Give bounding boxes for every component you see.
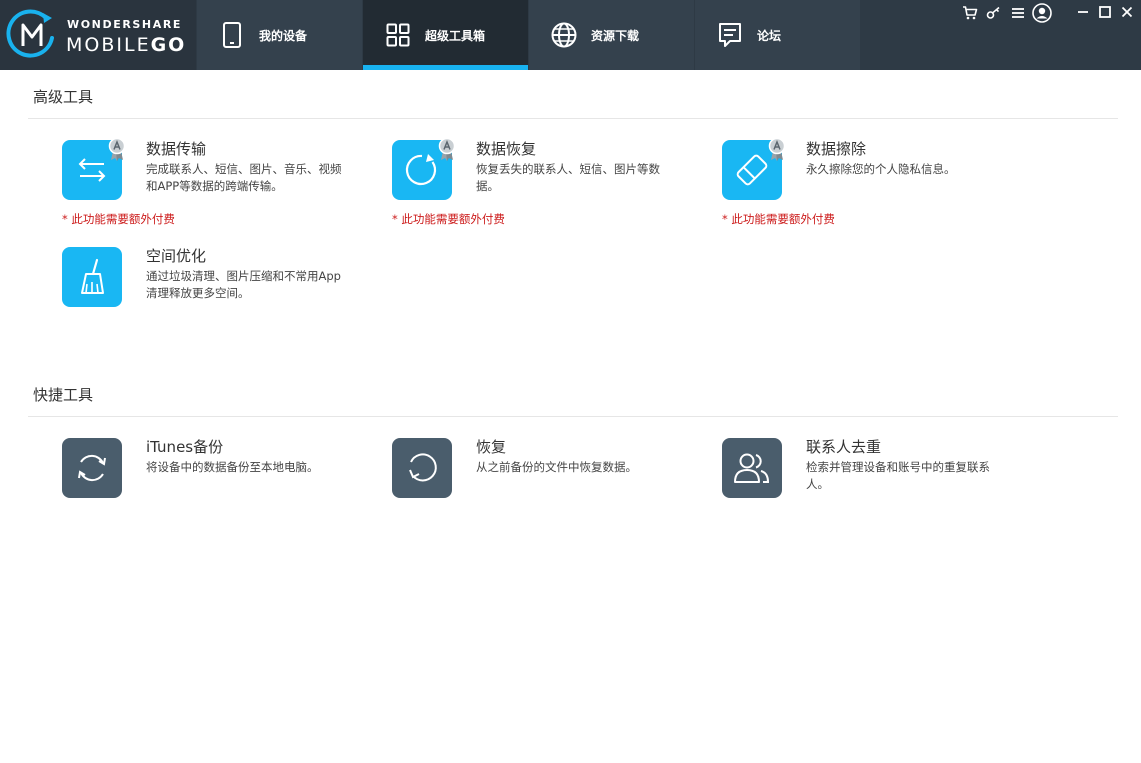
tool-itunes-backup[interactable]: iTunes备份 将设备中的数据备份至本地电脑。 bbox=[62, 438, 362, 508]
paid-feature-note: * 此功能需要额外付费 bbox=[62, 212, 175, 226]
broom-icon bbox=[62, 247, 122, 307]
logo-product-text: MOBILEGO bbox=[66, 34, 186, 56]
premium-badge-icon bbox=[108, 138, 126, 161]
tool-description: 从之前备份的文件中恢复数据。 bbox=[476, 460, 637, 474]
tool-title: 数据擦除 bbox=[806, 140, 867, 158]
tool-contacts-dedupe[interactable]: 联系人去重 检索并管理设备和账号中的重复联系人。 bbox=[722, 438, 1022, 508]
cart-icon[interactable] bbox=[960, 3, 980, 23]
tool-description: 通过垃圾清理、图片压缩和不常用App清理释放更多空间。 bbox=[146, 269, 341, 300]
tool-title: 恢复 bbox=[476, 438, 507, 456]
tool-space-optimize[interactable]: 空间优化 通过垃圾清理、图片压缩和不常用App清理释放更多空间。 bbox=[62, 247, 362, 317]
tool-data-erase[interactable]: 数据擦除 永久擦除您的个人隐私信息。 bbox=[722, 138, 1022, 210]
app-logo: WONDERSHARE MOBILEGO bbox=[0, 0, 196, 70]
globe-icon bbox=[551, 22, 577, 48]
premium-badge-icon bbox=[438, 138, 456, 161]
tab-super-toolbox[interactable]: 超级工具箱 bbox=[363, 0, 528, 70]
tab-resource-download-label: 资源下载 bbox=[591, 28, 640, 43]
sync-icon bbox=[62, 438, 122, 498]
tool-title: 联系人去重 bbox=[806, 438, 882, 456]
tool-title: 空间优化 bbox=[146, 247, 207, 265]
paid-feature-note: * 此功能需要额外付费 bbox=[722, 212, 835, 226]
logo-product-b: GO bbox=[150, 34, 187, 56]
tab-resource-download[interactable]: 资源下载 bbox=[529, 0, 694, 70]
tool-data-transfer[interactable]: 数据传输 完成联系人、短信、图片、音乐、视频和APP等数据的跨端传输。 bbox=[62, 138, 362, 210]
tab-forum[interactable]: 论坛 bbox=[695, 0, 860, 70]
logo-product-a: MOBILE bbox=[66, 34, 151, 56]
tool-description: 完成联系人、短信、图片、音乐、视频和APP等数据的跨端传输。 bbox=[146, 162, 342, 193]
tool-description: 检索并管理设备和账号中的重复联系人。 bbox=[806, 460, 990, 491]
tab-forum-label: 论坛 bbox=[757, 28, 782, 43]
tool-description: 将设备中的数据备份至本地电脑。 bbox=[146, 460, 319, 474]
user-icon[interactable] bbox=[1032, 3, 1052, 23]
tab-my-devices[interactable]: 我的设备 bbox=[197, 0, 362, 70]
tool-title: iTunes备份 bbox=[146, 438, 224, 456]
advanced-divider bbox=[28, 118, 1118, 119]
main-tabs: 我的设备 超级工具箱 资源下载 论坛 bbox=[197, 0, 861, 70]
tool-data-recovery[interactable]: 数据恢复 恢复丢失的联系人、短信、图片等数据。 bbox=[392, 138, 692, 210]
tool-restore[interactable]: 恢复 从之前备份的文件中恢复数据。 bbox=[392, 438, 692, 508]
grid-icon bbox=[385, 22, 411, 48]
key-icon[interactable] bbox=[984, 3, 1004, 23]
tab-super-toolbox-label: 超级工具箱 bbox=[425, 28, 486, 43]
menu-icon[interactable] bbox=[1008, 3, 1028, 23]
phone-icon bbox=[219, 22, 245, 48]
mobilego-logo-icon bbox=[6, 9, 54, 58]
tool-description: 恢复丢失的联系人、短信、图片等数据。 bbox=[476, 162, 660, 193]
forum-icon bbox=[717, 22, 743, 48]
quick-tools-title: 快捷工具 bbox=[33, 386, 94, 404]
tool-title: 数据恢复 bbox=[476, 140, 537, 158]
quick-divider bbox=[28, 416, 1118, 417]
tool-title: 数据传输 bbox=[146, 140, 207, 158]
tool-description: 永久擦除您的个人隐私信息。 bbox=[806, 162, 956, 176]
window-controls bbox=[1072, 2, 1138, 22]
logo-brand-text: WONDERSHARE bbox=[67, 18, 183, 31]
toolbar-icons bbox=[960, 2, 1056, 24]
close-icon[interactable] bbox=[1116, 2, 1138, 22]
advanced-tools-title: 高级工具 bbox=[33, 88, 94, 106]
premium-badge-icon bbox=[768, 138, 786, 161]
maximize-icon[interactable] bbox=[1094, 2, 1116, 22]
tab-my-devices-label: 我的设备 bbox=[259, 28, 308, 43]
minimize-icon[interactable] bbox=[1072, 2, 1094, 22]
contacts-icon bbox=[722, 438, 782, 498]
paid-feature-note: * 此功能需要额外付费 bbox=[392, 212, 505, 226]
restore-icon bbox=[392, 438, 452, 498]
top-bar: WONDERSHARE MOBILEGO 我的设备 超级工具箱 资源下载 论坛 bbox=[0, 0, 1141, 70]
